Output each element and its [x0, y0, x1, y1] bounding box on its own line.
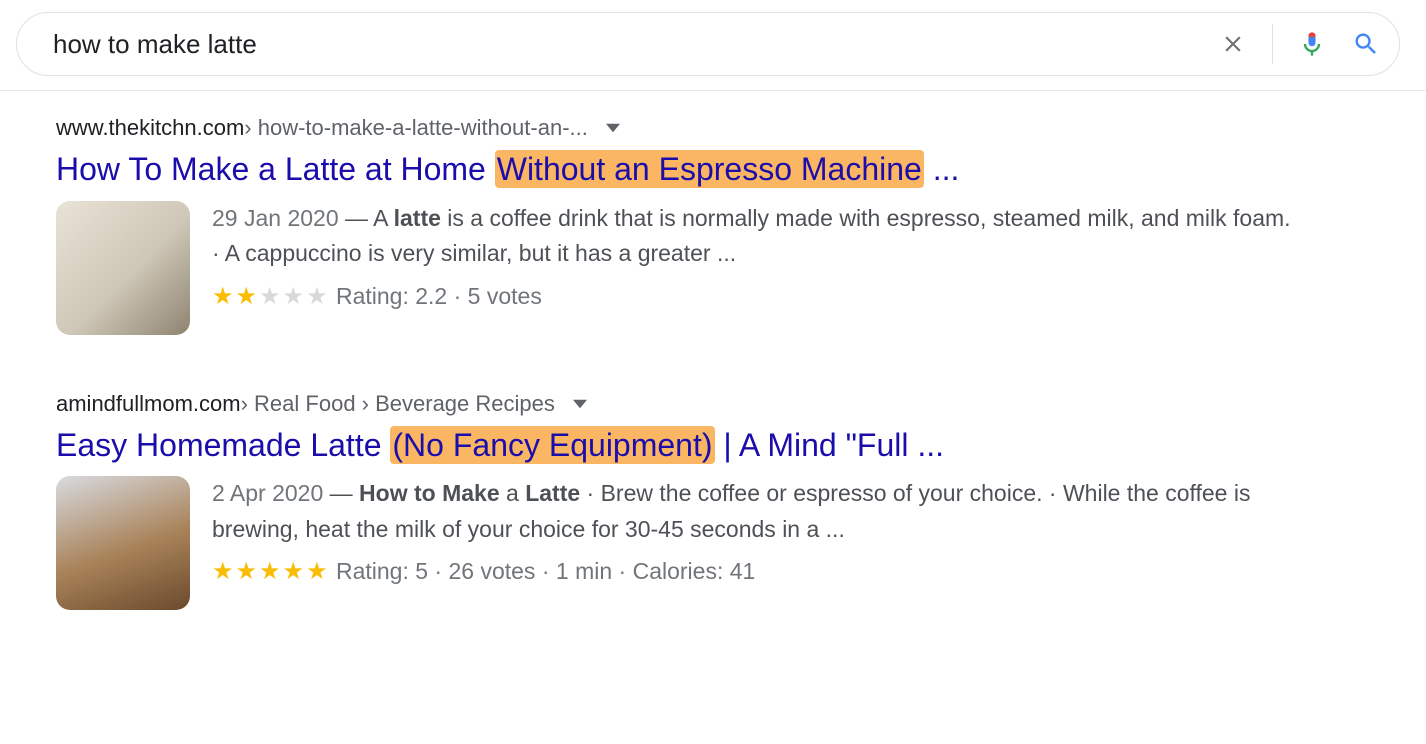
rating-value: Rating: 2.2 — [330, 279, 448, 315]
snippet-prefix: — A — [339, 205, 394, 231]
result-cite[interactable]: www.thekitchn.com › how-to-make-a-latte-… — [56, 115, 1300, 141]
title-before: Easy Homemade Latte — [56, 427, 390, 463]
search-result: www.thekitchn.com › how-to-make-a-latte-… — [56, 115, 1300, 335]
result-options-dropdown-icon[interactable] — [606, 121, 620, 135]
rating-stars: ★★★★★ — [212, 553, 330, 590]
vote-count: 26 votes — [448, 554, 535, 590]
result-thumbnail[interactable] — [56, 476, 190, 610]
title-highlight: Without an Espresso Machine — [495, 150, 924, 188]
voice-search-icon[interactable] — [1297, 29, 1327, 59]
meta-separator: · — [612, 554, 632, 590]
meta-separator: · — [447, 279, 467, 315]
search-result: amindfullmom.com › Real Food › Beverage … — [56, 391, 1300, 611]
snippet-prefix: — — [323, 480, 359, 506]
result-title-link[interactable]: Easy Homemade Latte (No Fancy Equipment)… — [56, 425, 1300, 467]
search-bar-divider — [1272, 24, 1273, 64]
snippet-bold: latte — [394, 205, 441, 231]
result-snippet: 29 Jan 2020 — A latte is a coffee drink … — [212, 201, 1300, 315]
result-cite[interactable]: amindfullmom.com › Real Food › Beverage … — [56, 391, 1300, 417]
calories-value: Calories: 41 — [633, 554, 756, 590]
search-input[interactable] — [53, 29, 1194, 60]
cite-domain: www.thekitchn.com — [56, 115, 244, 141]
search-bar[interactable] — [16, 12, 1400, 76]
title-after: ... — [924, 151, 960, 187]
vote-count: 5 votes — [468, 279, 542, 315]
result-snippet: 2 Apr 2020 — How to Make a Latte · Brew … — [212, 476, 1300, 590]
result-date: 29 Jan 2020 — [212, 205, 339, 231]
search-results: www.thekitchn.com › how-to-make-a-latte-… — [0, 91, 1300, 610]
meta-separator: · — [428, 554, 448, 590]
meta-separator: · — [535, 554, 555, 590]
search-bar-container — [0, 0, 1426, 91]
result-title-link[interactable]: How To Make a Latte at Home Without an E… — [56, 149, 1300, 191]
cite-path: › Real Food › Beverage Recipes — [241, 391, 555, 417]
search-icon[interactable] — [1351, 29, 1381, 59]
result-thumbnail[interactable] — [56, 201, 190, 335]
result-meta: ★★★★★ Rating: 2.2 · 5 votes — [212, 278, 1300, 315]
time-value: 1 min — [556, 554, 612, 590]
title-before: How To Make a Latte at Home — [56, 151, 495, 187]
title-highlight: (No Fancy Equipment) — [390, 426, 714, 464]
result-meta: ★★★★★ Rating: 5 · 26 votes · 1 min · Cal… — [212, 553, 1300, 590]
snippet-bold: How to Make — [359, 480, 500, 506]
rating-stars: ★★★★★ — [212, 278, 330, 315]
clear-icon[interactable] — [1218, 29, 1248, 59]
cite-domain: amindfullmom.com — [56, 391, 241, 417]
result-options-dropdown-icon[interactable] — [573, 397, 587, 411]
rating-value: Rating: 5 — [330, 554, 428, 590]
snippet-middle: a — [500, 480, 526, 506]
snippet-bold2: Latte — [525, 480, 580, 506]
cite-path: › how-to-make-a-latte-without-an-... — [244, 115, 588, 141]
title-after: | A Mind "Full ... — [715, 427, 945, 463]
result-date: 2 Apr 2020 — [212, 480, 323, 506]
